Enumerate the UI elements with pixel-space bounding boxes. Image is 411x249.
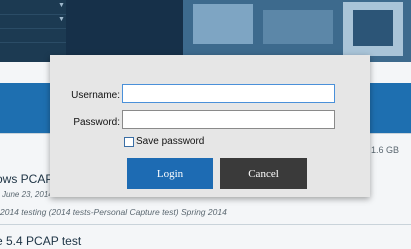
background-screenshot-thumbnail xyxy=(183,0,411,62)
login-button[interactable]: Login xyxy=(127,158,213,189)
file-size: 1.6 GB xyxy=(371,145,400,155)
list-item-date: June 23, 2014 xyxy=(2,190,53,199)
list-item-title: ows PCAP xyxy=(0,172,54,186)
chevron-down-icon: ▼ xyxy=(58,16,65,23)
list-item-tags: 2014 testing (2014 tests-Personal Captur… xyxy=(0,207,227,217)
checkbox-box[interactable] xyxy=(124,137,134,147)
username-input[interactable] xyxy=(122,84,335,103)
list-item-title: e 5.4 PCAP test xyxy=(0,234,82,248)
background-left-panel: ▼ ▼ xyxy=(0,0,67,62)
login-dialog: Username: Password: Save password Login … xyxy=(50,55,370,197)
background-middle-panel xyxy=(66,0,183,62)
cancel-button[interactable]: Cancel xyxy=(220,158,307,189)
row-divider xyxy=(0,224,411,225)
save-password-label[interactable]: Save password xyxy=(136,136,204,147)
background-header: ▼ ▼ xyxy=(0,0,411,62)
chevron-down-icon: ▼ xyxy=(58,2,65,9)
password-label: Password: xyxy=(73,117,120,128)
username-label: Username: xyxy=(71,90,120,101)
password-input[interactable] xyxy=(122,110,335,129)
